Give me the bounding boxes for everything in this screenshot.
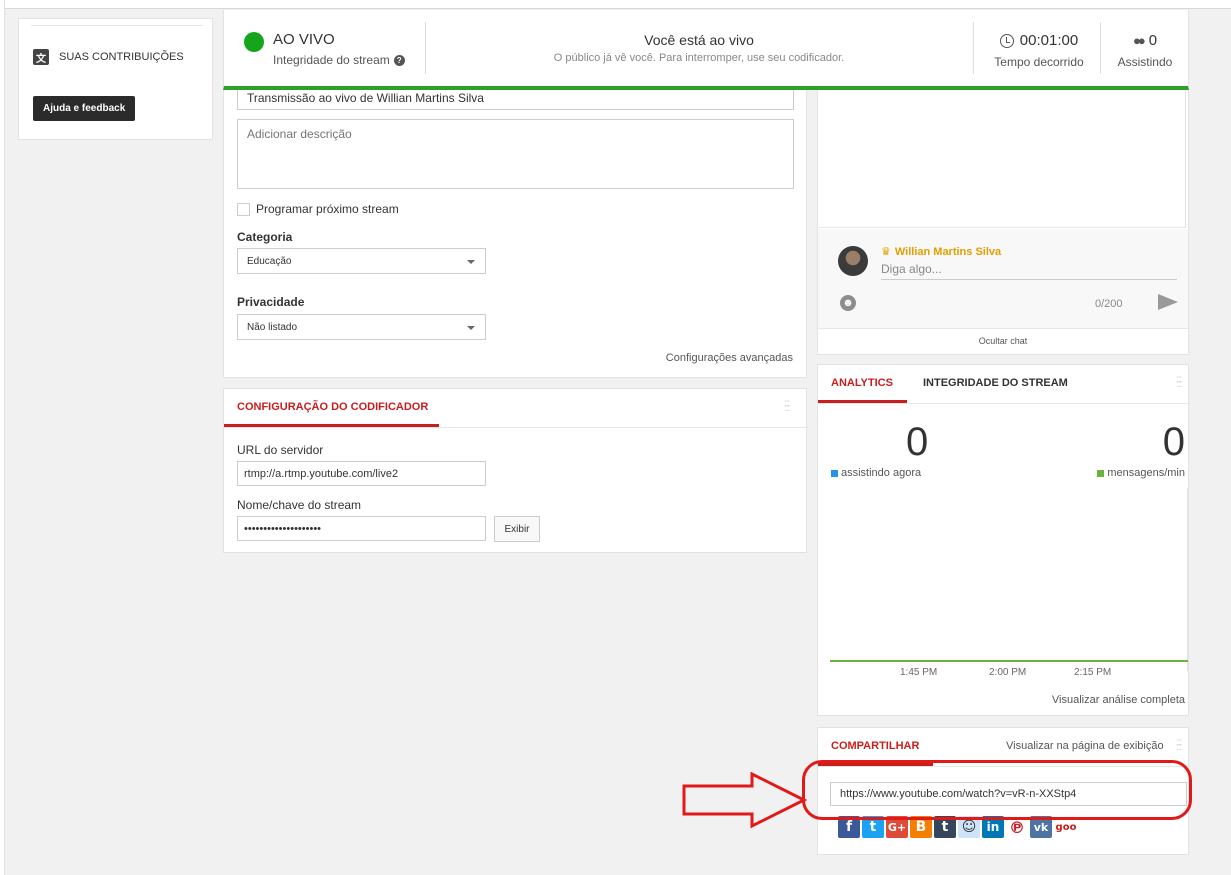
messages-legend: mensagens/min bbox=[1097, 467, 1185, 479]
server-url-label: URL do servidor bbox=[237, 443, 324, 457]
legend-swatch bbox=[1097, 469, 1105, 477]
viewer-count-label: Assistindo bbox=[1117, 55, 1173, 69]
viewer-count: ●● 0 bbox=[1104, 32, 1186, 49]
analytics-card: ANALYTICS INTEGRIDADE DO STREAM :::::: 0… bbox=[817, 364, 1190, 716]
clock-icon bbox=[999, 33, 1014, 48]
help-feedback-button[interactable]: Ajuda e feedback bbox=[33, 96, 136, 121]
drag-handle-icon[interactable]: :::::: bbox=[784, 399, 790, 414]
messages-per-min-label: mensagens/min bbox=[1107, 467, 1185, 479]
send-icon[interactable] bbox=[1158, 294, 1178, 310]
live-status-bar: AO VIVO Integridade do stream ? Você est… bbox=[223, 10, 1189, 90]
elapsed-time: 00:01:00 bbox=[984, 32, 1094, 49]
tab-stream-integrity[interactable]: INTEGRIDADE DO STREAM bbox=[923, 377, 1068, 389]
category-label: Categoria bbox=[237, 230, 293, 244]
chat-composer: ♛ Willian Martins Silva Diga algo... ☻ 0… bbox=[818, 229, 1188, 329]
x-tick: 2:15 PM bbox=[1074, 667, 1112, 678]
elapsed-time-value: 00:01:00 bbox=[1019, 32, 1079, 49]
emoji-icon[interactable]: ☻ bbox=[840, 295, 856, 311]
chat-messages-area bbox=[818, 90, 1186, 228]
chat-input[interactable]: Diga algo... bbox=[881, 262, 1177, 280]
chat-user: ♛ Willian Martins Silva bbox=[881, 245, 1002, 259]
chat-user-name: Willian Martins Silva bbox=[894, 245, 1002, 258]
top-frame bbox=[0, 0, 1231, 9]
viewer-count-value: 0 bbox=[1148, 32, 1158, 49]
watching-now-value: 0 bbox=[906, 420, 929, 464]
stream-key-label: Nome/chave do stream bbox=[237, 498, 362, 512]
drag-handle-icon[interactable]: :::::: bbox=[1176, 375, 1182, 390]
tab-analytics[interactable]: ANALYTICS bbox=[831, 377, 893, 389]
live-chat-card: ♛ Willian Martins Silva Diga algo... ☻ 0… bbox=[817, 90, 1189, 355]
show-key-button[interactable]: Exibir bbox=[494, 516, 540, 542]
privacy-label: Privacidade bbox=[237, 295, 305, 309]
chevron-down-icon bbox=[467, 260, 475, 264]
people-icon: ●● bbox=[1132, 33, 1146, 48]
encoder-settings-card: CONFIGURAÇÃO DO CODIFICADOR :::::: URL d… bbox=[223, 388, 808, 553]
annotation-arrow-icon bbox=[682, 772, 808, 829]
stream-integrity-label: Integridade do stream bbox=[273, 53, 390, 67]
chart-baseline bbox=[830, 660, 1188, 662]
privacy-value: Não listado bbox=[247, 322, 298, 333]
analytics-chart bbox=[830, 488, 1188, 671]
messages-per-min-value: 0 bbox=[1162, 420, 1185, 464]
stream-integrity: Integridade do stream ? bbox=[273, 53, 405, 67]
live-indicator-icon bbox=[244, 32, 264, 52]
annotation-oval bbox=[802, 760, 1192, 820]
elapsed-time-label: Tempo decorrido bbox=[994, 55, 1084, 69]
sidebar-divider bbox=[31, 25, 203, 26]
divider bbox=[818, 403, 1190, 404]
hide-chat-button[interactable]: Ocultar chat bbox=[818, 336, 1188, 346]
watch-page-link[interactable]: Visualizar na página de exibição bbox=[1006, 740, 1164, 752]
divider bbox=[973, 22, 974, 74]
full-analytics-link[interactable]: Visualizar análise completa bbox=[1052, 694, 1185, 706]
watching-now-legend: assistindo agora bbox=[831, 467, 921, 479]
sidebar-card: 文 SUAS CONTRIBUIÇÕES Ajuda e feedback bbox=[18, 18, 213, 140]
help-icon[interactable]: ? bbox=[393, 54, 405, 66]
divider bbox=[1100, 22, 1101, 74]
divider bbox=[425, 22, 426, 74]
stream-title-input[interactable]: Transmissão ao vivo de Willian Martins S… bbox=[237, 90, 794, 110]
drag-handle-icon[interactable]: :::::: bbox=[1176, 738, 1182, 753]
schedule-next-stream[interactable]: Programar próximo stream bbox=[237, 202, 399, 216]
legend-swatch bbox=[831, 469, 838, 477]
tab-share[interactable]: COMPARTILHAR bbox=[831, 740, 919, 752]
server-url-field[interactable]: rtmp://a.rtmp.youtube.com/live2 bbox=[237, 461, 486, 486]
translate-icon: 文 bbox=[33, 49, 49, 65]
x-tick: 1:45 PM bbox=[900, 667, 938, 678]
x-tick: 2:00 PM bbox=[989, 667, 1027, 678]
divider bbox=[818, 328, 1188, 329]
category-value: Educação bbox=[247, 256, 292, 267]
char-count: 0/200 bbox=[1095, 298, 1123, 310]
category-select[interactable]: Educação bbox=[237, 248, 486, 274]
privacy-select[interactable]: Não listado bbox=[237, 314, 486, 340]
divider bbox=[224, 427, 808, 428]
crown-icon: ♛ bbox=[881, 246, 891, 258]
tab-encoder-settings[interactable]: CONFIGURAÇÃO DO CODIFICADOR bbox=[237, 401, 428, 413]
left-frame bbox=[0, 0, 5, 875]
description-input[interactable] bbox=[237, 119, 794, 189]
schedule-label: Programar próximo stream bbox=[256, 202, 399, 216]
stream-info-card: Transmissão ao vivo de Willian Martins S… bbox=[223, 90, 807, 378]
live-label: AO VIVO bbox=[273, 31, 335, 48]
schedule-checkbox[interactable] bbox=[237, 202, 250, 216]
avatar bbox=[838, 246, 868, 276]
live-headline: Você está ao vivo bbox=[644, 32, 754, 48]
contributions-link[interactable]: 文 SUAS CONTRIBUIÇÕES bbox=[33, 49, 184, 65]
watching-now-label: assistindo agora bbox=[841, 467, 922, 479]
chevron-down-icon bbox=[467, 326, 475, 330]
live-subline: O público já vê você. Para interromper, … bbox=[553, 52, 845, 64]
contributions-label: SUAS CONTRIBUIÇÕES bbox=[59, 51, 184, 63]
stream-key-field[interactable]: •••••••••••••••••••• bbox=[237, 516, 486, 541]
advanced-settings-link[interactable]: Configurações avançadas bbox=[666, 352, 793, 364]
